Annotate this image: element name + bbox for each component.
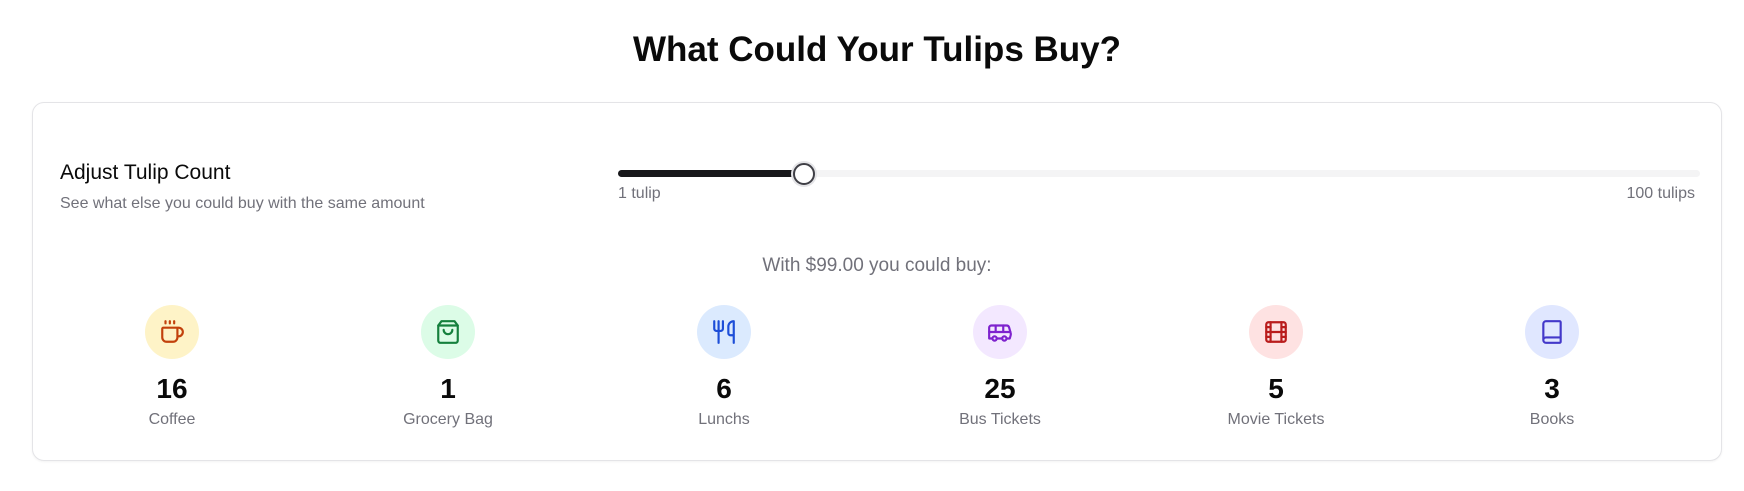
item-books: 3 Books xyxy=(1452,305,1652,429)
item-count: 6 xyxy=(716,373,732,404)
bus-icon xyxy=(973,305,1027,359)
item-count: 1 xyxy=(440,373,456,404)
utensils-icon xyxy=(697,305,751,359)
item-label: Bus Tickets xyxy=(959,411,1041,428)
adjust-subtitle: See what else you could buy with the sam… xyxy=(60,195,425,212)
item-movie-tickets: 5 Movie Tickets xyxy=(1176,305,1376,429)
purchase-items: 16 Coffee 1 Grocery Bag 6 Lunchs 25 Bus … xyxy=(33,305,1721,435)
item-lunchs: 6 Lunchs xyxy=(624,305,824,429)
item-label: Movie Tickets xyxy=(1227,411,1325,428)
slider-min-label: 1 tulip xyxy=(618,185,661,202)
item-coffee: 16 Coffee xyxy=(72,305,272,429)
tulip-count-slider[interactable] xyxy=(618,162,1700,186)
item-grocery-bag: 1 Grocery Bag xyxy=(348,305,548,429)
shopping-bag-icon xyxy=(421,305,475,359)
item-label: Coffee xyxy=(148,411,196,428)
item-count: 25 xyxy=(984,373,1016,404)
item-count: 16 xyxy=(156,373,188,404)
item-count: 5 xyxy=(1268,373,1284,404)
tulip-calculator-card: Adjust Tulip Count See what else you cou… xyxy=(32,102,1722,461)
slider-thumb[interactable] xyxy=(792,163,815,185)
coffee-cup-icon xyxy=(145,305,199,359)
adjust-heading: Adjust Tulip Count xyxy=(60,161,231,184)
item-bus-tickets: 25 Bus Tickets xyxy=(900,305,1100,429)
slider-max-label: 100 tulips xyxy=(1626,185,1696,202)
book-icon xyxy=(1525,305,1579,359)
item-count: 3 xyxy=(1544,373,1560,404)
item-label: Lunchs xyxy=(698,411,750,428)
item-label: Grocery Bag xyxy=(403,411,493,428)
page-title: What Could Your Tulips Buy? xyxy=(632,30,1122,69)
slider-range xyxy=(618,170,804,177)
item-label: Books xyxy=(1529,411,1575,428)
film-icon xyxy=(1249,305,1303,359)
purchase-summary: With $99.00 you could buy: xyxy=(762,255,992,276)
